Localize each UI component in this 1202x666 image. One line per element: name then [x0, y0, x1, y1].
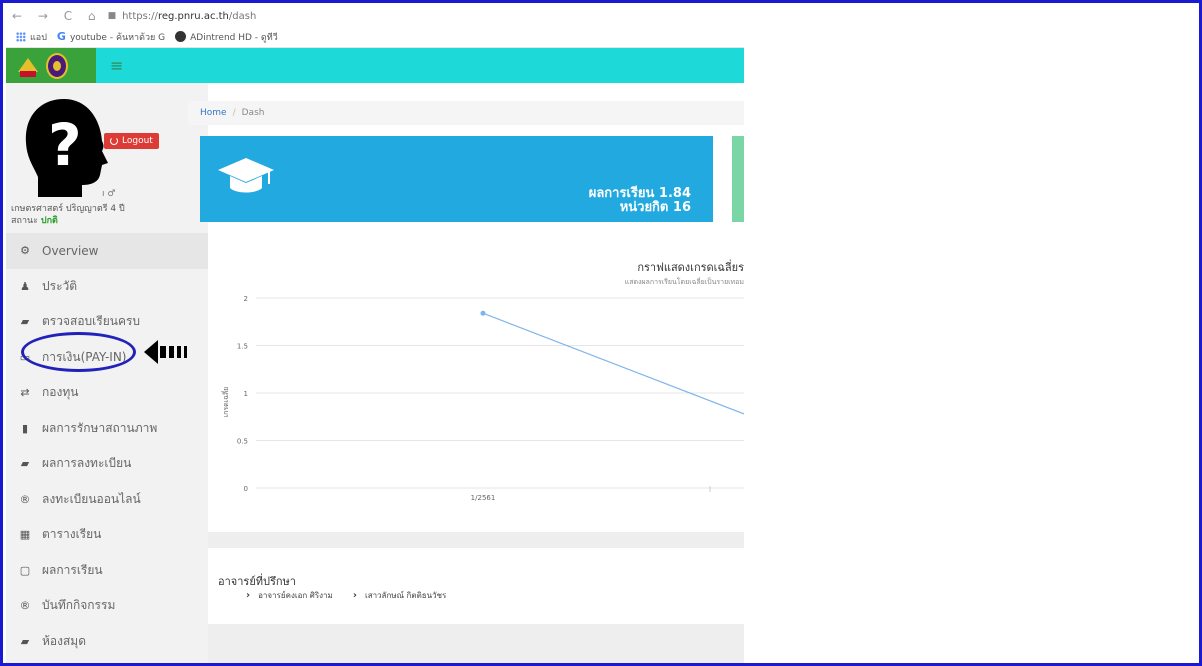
chevron-right-icon: › — [246, 590, 251, 601]
screenshot-frame: ← → C ⌂ ■ https://reg.pnru.ac.th/dash แอ… — [0, 0, 1202, 666]
chevron-right-icon: › — [352, 590, 357, 601]
data-point — [480, 310, 486, 316]
footer-band — [208, 624, 744, 663]
advisor-item[interactable]: › เสาวลักษณ์ กิตติธนวัชร — [353, 589, 447, 602]
y-tick-label: 0 — [244, 485, 248, 493]
advisor-heading: อาจารย์ที่ปรึกษา — [218, 575, 296, 588]
y-tick-label: 1.5 — [237, 343, 248, 351]
y-tick-label: 1 — [244, 390, 248, 398]
y-axis-label: เกรดเฉลี่ย — [221, 387, 230, 418]
x-tick-label: 1/2561 — [471, 494, 496, 502]
series-line — [482, 312, 744, 415]
gpa-line-chart: 0 0.5 1 1.5 2 เกรดเฉลี่ย 1/2561 — [221, 295, 744, 502]
y-tick-label: 0.5 — [237, 438, 248, 446]
y-tick-label: 2 — [244, 295, 248, 303]
browser-viewport: ← → C ⌂ ■ https://reg.pnru.ac.th/dash แอ… — [6, 6, 744, 663]
advisor-item[interactable]: › อาจารย์คงเอก ศิริงาม — [246, 589, 333, 602]
advisor-list: › อาจารย์คงเอก ศิริงาม › เสาวลักษณ์ กิตติธ… — [246, 589, 446, 602]
chart-footer-band — [208, 532, 744, 548]
